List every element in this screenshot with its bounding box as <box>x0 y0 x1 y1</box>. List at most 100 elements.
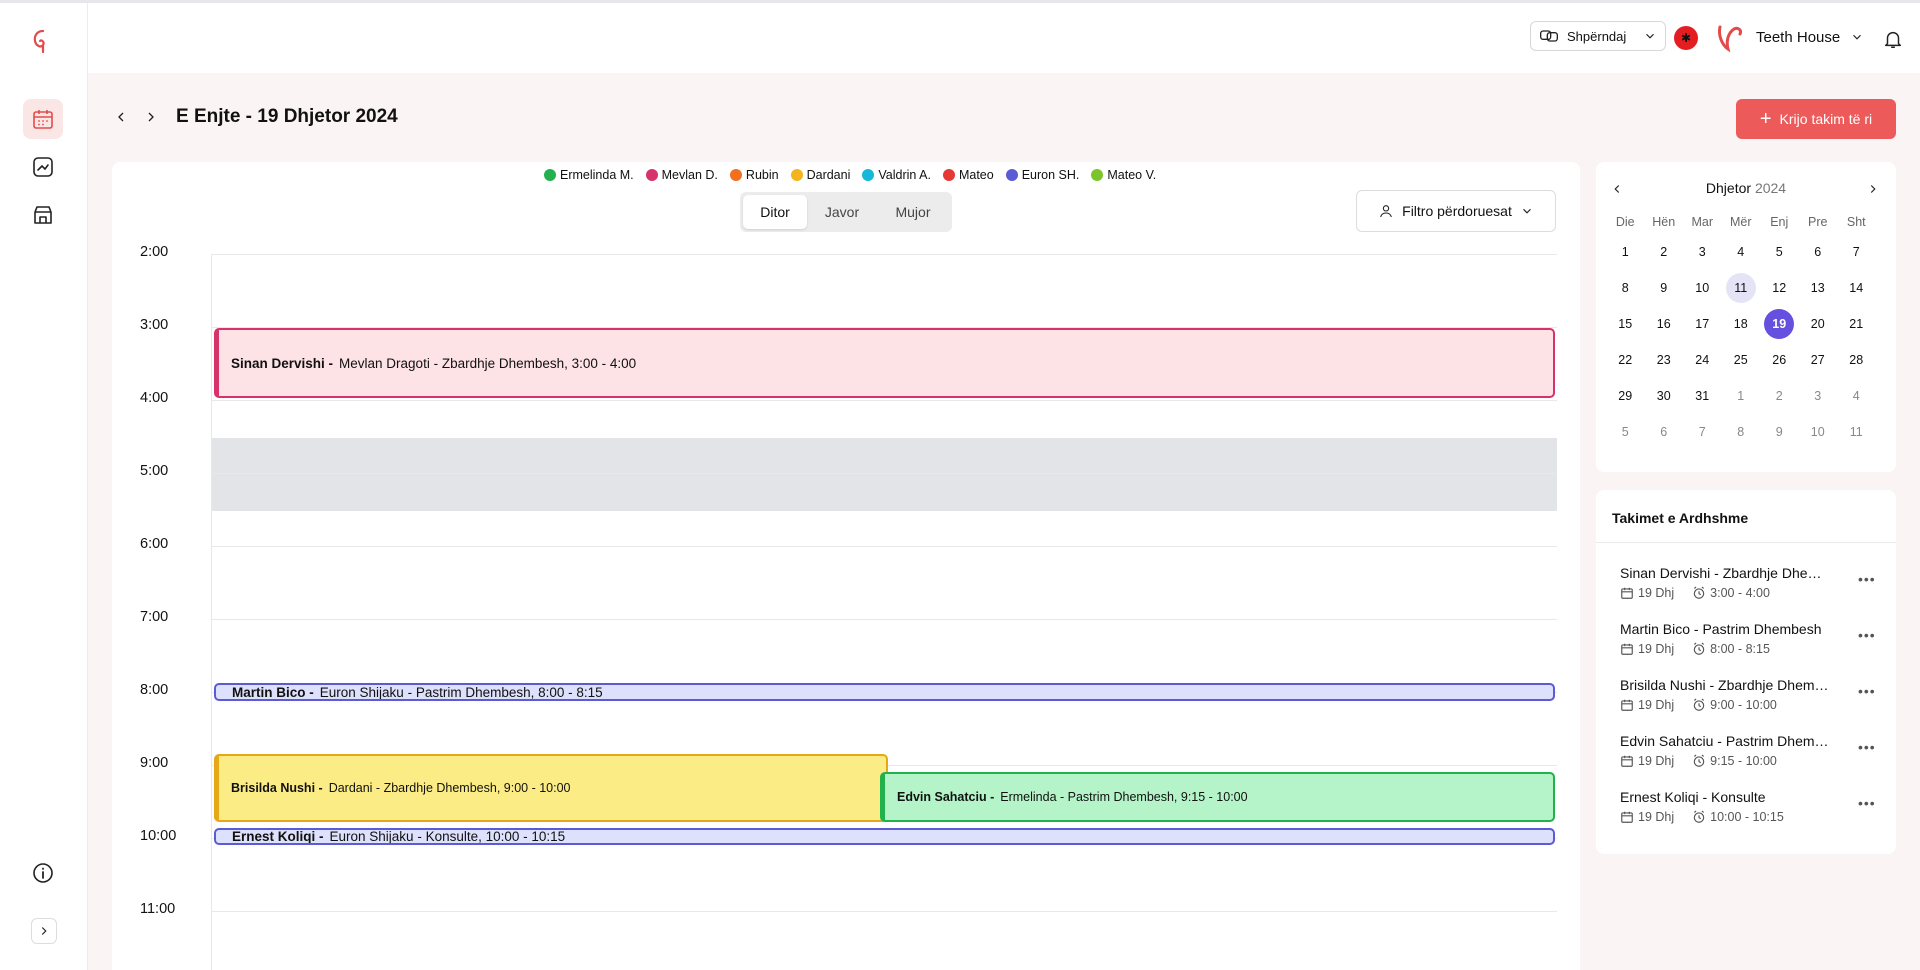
day-cell[interactable]: 3 <box>1683 237 1722 267</box>
tab-weekly[interactable]: Javor <box>807 195 877 229</box>
appointment-event[interactable]: Edvin Sahatciu - Ermelinda - Pastrim Dhem… <box>880 772 1555 822</box>
tab-daily[interactable]: Ditor <box>743 195 807 229</box>
info-icon[interactable] <box>31 861 55 890</box>
day-number: 28 <box>1849 353 1864 367</box>
upcoming-date: 19 Dhj <box>1620 642 1674 656</box>
day-cell[interactable]: 11 <box>1837 417 1876 447</box>
day-cell[interactable]: 10 <box>1799 417 1838 447</box>
time-label: 11:00 <box>140 901 176 917</box>
day-cell[interactable]: 19 <box>1760 309 1799 339</box>
day-cell[interactable]: 6 <box>1799 237 1838 267</box>
clinic-selector[interactable]: Teeth House <box>1714 19 1864 55</box>
appointment-event[interactable]: Sinan Dervishi - Mevlan Dragoti - Zbardhj… <box>214 328 1555 398</box>
filter-users-button[interactable]: Filtro përdoruesat <box>1356 190 1556 232</box>
nav-analytics-button[interactable] <box>23 147 63 187</box>
day-cell[interactable]: 23 <box>1645 345 1684 375</box>
upcoming-appointment-item[interactable]: Martin Bico - Pastrim Dhembesh 19 Dhj 8:… <box>1620 621 1890 671</box>
upcoming-appointment-meta: 19 Dhj 8:00 - 8:15 <box>1620 642 1890 656</box>
day-cell[interactable]: 26 <box>1760 345 1799 375</box>
tab-monthly[interactable]: Mujor <box>877 195 949 229</box>
more-options-button[interactable]: ••• <box>1858 795 1876 811</box>
upcoming-appointment-item[interactable]: Sinan Dervishi - Zbardhje Dhembesh 19 Dh… <box>1620 565 1890 615</box>
day-cell[interactable]: 1 <box>1606 237 1645 267</box>
day-cell[interactable]: 1 <box>1722 381 1761 411</box>
app-logo-icon[interactable] <box>29 27 57 55</box>
legend-color-dot <box>942 169 955 181</box>
upcoming-title: Takimet e Ardhshme <box>1612 510 1749 526</box>
expand-sidebar-button[interactable] <box>31 918 57 944</box>
event-patient-name: Brisilda Nushi - <box>231 781 323 795</box>
share-label: Shpërndaj <box>1567 28 1627 44</box>
day-number: 19 <box>1764 309 1795 339</box>
day-cell[interactable]: 22 <box>1606 345 1645 375</box>
day-cell[interactable]: 25 <box>1722 345 1761 375</box>
create-appointment-button[interactable]: + Krijo takim të ri <box>1736 99 1896 139</box>
time-label: 3:00 <box>140 317 169 333</box>
appointment-event[interactable]: Martin Bico - Euron Shijaku - Pastrim Dhe… <box>214 683 1555 701</box>
notifications-bell-icon[interactable] <box>1882 28 1904 50</box>
day-cell[interactable]: 31 <box>1683 381 1722 411</box>
day-cell[interactable]: 20 <box>1799 309 1838 339</box>
day-cell[interactable]: 8 <box>1722 417 1761 447</box>
previous-day-button[interactable] <box>110 106 132 128</box>
day-cell[interactable]: 9 <box>1760 417 1799 447</box>
legend-color-dot <box>862 169 875 181</box>
day-cell[interactable]: 13 <box>1799 273 1838 303</box>
day-number: 2 <box>1775 389 1783 403</box>
day-cell[interactable]: 16 <box>1645 309 1684 339</box>
language-flag-icon[interactable]: ✱ <box>1674 26 1698 50</box>
day-cell[interactable]: 12 <box>1760 273 1799 303</box>
day-cell[interactable]: 15 <box>1606 309 1645 339</box>
day-cell[interactable]: 5 <box>1606 417 1645 447</box>
day-cell[interactable]: 7 <box>1837 237 1876 267</box>
day-number: 10 <box>1695 281 1710 295</box>
day-number: 25 <box>1733 353 1748 367</box>
nav-store-button[interactable] <box>23 195 63 235</box>
day-cell[interactable]: 11 <box>1722 273 1761 303</box>
more-options-button[interactable]: ••• <box>1858 683 1876 699</box>
day-cell[interactable]: 29 <box>1606 381 1645 411</box>
upcoming-time: 8:00 - 8:15 <box>1692 642 1770 656</box>
day-cell[interactable]: 28 <box>1837 345 1876 375</box>
next-month-button[interactable] <box>1864 180 1882 198</box>
next-day-button[interactable] <box>140 106 162 128</box>
legend-color-dot <box>790 169 803 181</box>
appointment-event[interactable]: Ernest Koliqi - Euron Shijaku - Konsulte,… <box>214 828 1555 845</box>
day-cell[interactable]: 8 <box>1606 273 1645 303</box>
day-cell[interactable]: 18 <box>1722 309 1761 339</box>
day-cell[interactable]: 4 <box>1837 381 1876 411</box>
day-cell[interactable]: 10 <box>1683 273 1722 303</box>
more-options-button[interactable]: ••• <box>1858 739 1876 755</box>
upcoming-appointment-meta: 19 Dhj 9:15 - 10:00 <box>1620 754 1890 768</box>
day-cell[interactable]: 4 <box>1722 237 1761 267</box>
day-cell[interactable]: 6 <box>1645 417 1684 447</box>
day-time-grid[interactable]: Sinan Dervishi - Mevlan Dragoti - Zbardhj… <box>211 254 1557 970</box>
day-cell[interactable]: 9 <box>1645 273 1684 303</box>
day-cell[interactable]: 2 <box>1645 237 1684 267</box>
day-cell[interactable]: 14 <box>1837 273 1876 303</box>
nav-calendar-button[interactable] <box>23 99 63 139</box>
day-cell[interactable]: 7 <box>1683 417 1722 447</box>
chevron-down-icon <box>1646 33 1654 39</box>
day-cell[interactable]: 21 <box>1837 309 1876 339</box>
upcoming-appointment-item[interactable]: Brisilda Nushi - Zbardhje Dhembesh 19 Dh… <box>1620 677 1890 727</box>
day-cell[interactable]: 17 <box>1683 309 1722 339</box>
day-cell[interactable]: 3 <box>1799 381 1838 411</box>
day-cell[interactable]: 2 <box>1760 381 1799 411</box>
legend-item: Mateo <box>942 168 994 182</box>
event-details: Ermelinda - Pastrim Dhembesh, 9:15 - 10:… <box>1000 790 1248 804</box>
more-options-button[interactable]: ••• <box>1858 571 1876 587</box>
calendar-icon <box>33 110 53 129</box>
day-number: 7 <box>1852 245 1860 259</box>
day-cell[interactable]: 24 <box>1683 345 1722 375</box>
upcoming-appointment-item[interactable]: Ernest Koliqi - Konsulte 19 Dhj 10:00 - … <box>1620 789 1890 839</box>
upcoming-appointment-item[interactable]: Edvin Sahatciu - Pastrim Dhembesh 19 Dhj… <box>1620 733 1890 783</box>
chevron-down-icon <box>1853 34 1862 40</box>
day-cell[interactable]: 5 <box>1760 237 1799 267</box>
share-button[interactable]: Shpërndaj <box>1530 21 1666 51</box>
more-options-button[interactable]: ••• <box>1858 627 1876 643</box>
appointment-event[interactable]: Brisilda Nushi - Dardani - Zbardhje Dhemb… <box>214 754 888 822</box>
day-cell[interactable]: 30 <box>1645 381 1684 411</box>
day-cell[interactable]: 27 <box>1799 345 1838 375</box>
day-number: 31 <box>1695 389 1710 403</box>
